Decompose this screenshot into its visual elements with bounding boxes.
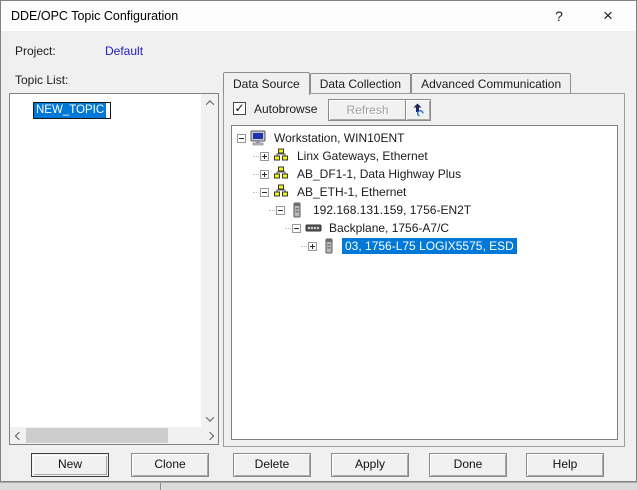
tree-node-label[interactable]: 192.168.131.159, 1756-EN2T (310, 202, 474, 218)
tree-connector (253, 155, 259, 157)
dde-opc-topic-configuration-dialog: DDE/OPC Topic Configuration ? × Project:… (0, 0, 637, 482)
tree-node-ab-eth-1-ethernet[interactable]: AB_ETH-1, Ethernet (232, 183, 617, 201)
tree-node-linx-gateways-ethernet[interactable]: Linx Gateways, Ethernet (232, 147, 617, 165)
collapse-minus-icon[interactable] (260, 187, 269, 197)
clone-button[interactable]: Clone (131, 453, 209, 477)
tree-connector (253, 173, 259, 175)
topic-list-label: Topic List: (15, 73, 69, 87)
topic-item-cursor-area (106, 103, 111, 118)
tree-node-backplane-1756-a7-c[interactable]: Backplane, 1756-A7/C (232, 219, 617, 237)
topic-item-label: NEW_TOPIC (34, 103, 107, 118)
delete-button[interactable]: Delete (233, 453, 311, 477)
module-icon (321, 238, 338, 254)
background-window-strip (0, 482, 637, 490)
tree-node-label[interactable]: Workstation, WIN10ENT (271, 130, 407, 146)
window-title: DDE/OPC Topic Configuration (11, 9, 179, 23)
network-icon (273, 166, 290, 182)
project-value: Default (105, 44, 144, 58)
tab-advanced-communication[interactable]: Advanced Communication (411, 73, 572, 93)
topic-item[interactable]: NEW_TOPIC (33, 102, 112, 119)
expand-plus-icon[interactable] (260, 169, 269, 179)
workstation-icon (250, 130, 267, 146)
new-button[interactable]: New (31, 453, 109, 477)
network-icon (273, 148, 290, 164)
close-icon[interactable]: × (586, 1, 630, 31)
backplane-icon (305, 220, 322, 236)
background-window-edge (160, 483, 161, 490)
upload-refresh-button[interactable] (405, 99, 431, 121)
autobrowse-checkbox[interactable]: ✓ (233, 102, 246, 115)
topic-list-box[interactable]: NEW_TOPIC (9, 93, 219, 445)
tree-connector (253, 191, 259, 193)
autobrowse-label: Autobrowse (254, 102, 318, 116)
help-titlebar-button[interactable]: ? (540, 1, 578, 31)
horizontal-scroll-thumb[interactable] (26, 428, 168, 443)
tree-node-192-168-131-159-1756-en2t[interactable]: 192.168.131.159, 1756-EN2T (232, 201, 617, 219)
scroll-up-icon[interactable] (201, 94, 218, 111)
expand-plus-icon[interactable] (308, 241, 317, 251)
data-source-tab-panel: ✓ Autobrowse Refresh Workstation, WIN10E… (223, 93, 625, 447)
collapse-minus-icon[interactable] (276, 205, 285, 215)
topic-list-vertical-scrollbar[interactable] (201, 94, 218, 427)
tab-data-collection[interactable]: Data Collection (309, 73, 412, 93)
project-label: Project: (15, 44, 56, 58)
tree-connector (301, 245, 307, 247)
tree-node-label[interactable]: Linx Gateways, Ethernet (294, 148, 431, 164)
device-tree[interactable]: Workstation, WIN10ENT Linx Gateways, Ethe… (231, 125, 618, 440)
tab-data-source[interactable]: Data Source (223, 72, 310, 95)
tree-node-label[interactable]: AB_ETH-1, Ethernet (294, 184, 409, 200)
collapse-minus-icon[interactable] (237, 133, 246, 143)
help-button[interactable]: Help (526, 453, 604, 477)
tab-bar: Data Source Data Collection Advanced Commu… (223, 71, 572, 95)
tree-connector (285, 227, 291, 229)
tree-node-ab-df1-1-data-highway-plus[interactable]: AB_DF1-1, Data Highway Plus (232, 165, 617, 183)
tree-node-label[interactable]: AB_DF1-1, Data Highway Plus (294, 166, 464, 182)
tree-node-workstation-win10ent[interactable]: Workstation, WIN10ENT (232, 129, 617, 147)
tree-node-label[interactable]: Backplane, 1756-A7/C (326, 220, 452, 236)
scroll-down-icon[interactable] (201, 410, 218, 427)
refresh-button[interactable]: Refresh (328, 99, 407, 121)
scroll-right-icon[interactable] (201, 427, 218, 444)
tree-node-03-1756-l75-logix5575-esd[interactable]: 03, 1756-L75 LOGIX5575, ESD (232, 237, 617, 255)
title-bar: DDE/OPC Topic Configuration ? × (1, 1, 636, 31)
expand-plus-icon[interactable] (260, 151, 269, 161)
tree-connector (269, 209, 275, 211)
apply-button[interactable]: Apply (331, 453, 409, 477)
upload-refresh-icon (413, 103, 424, 117)
scroll-left-icon[interactable] (10, 427, 27, 444)
network-icon (273, 184, 290, 200)
topic-list-items: NEW_TOPIC (10, 94, 201, 427)
collapse-minus-icon[interactable] (292, 223, 301, 233)
topic-list-horizontal-scrollbar[interactable] (10, 427, 218, 444)
tree-node-label[interactable]: 03, 1756-L75 LOGIX5575, ESD (342, 238, 517, 254)
module-icon (289, 202, 306, 218)
done-button[interactable]: Done (429, 453, 507, 477)
